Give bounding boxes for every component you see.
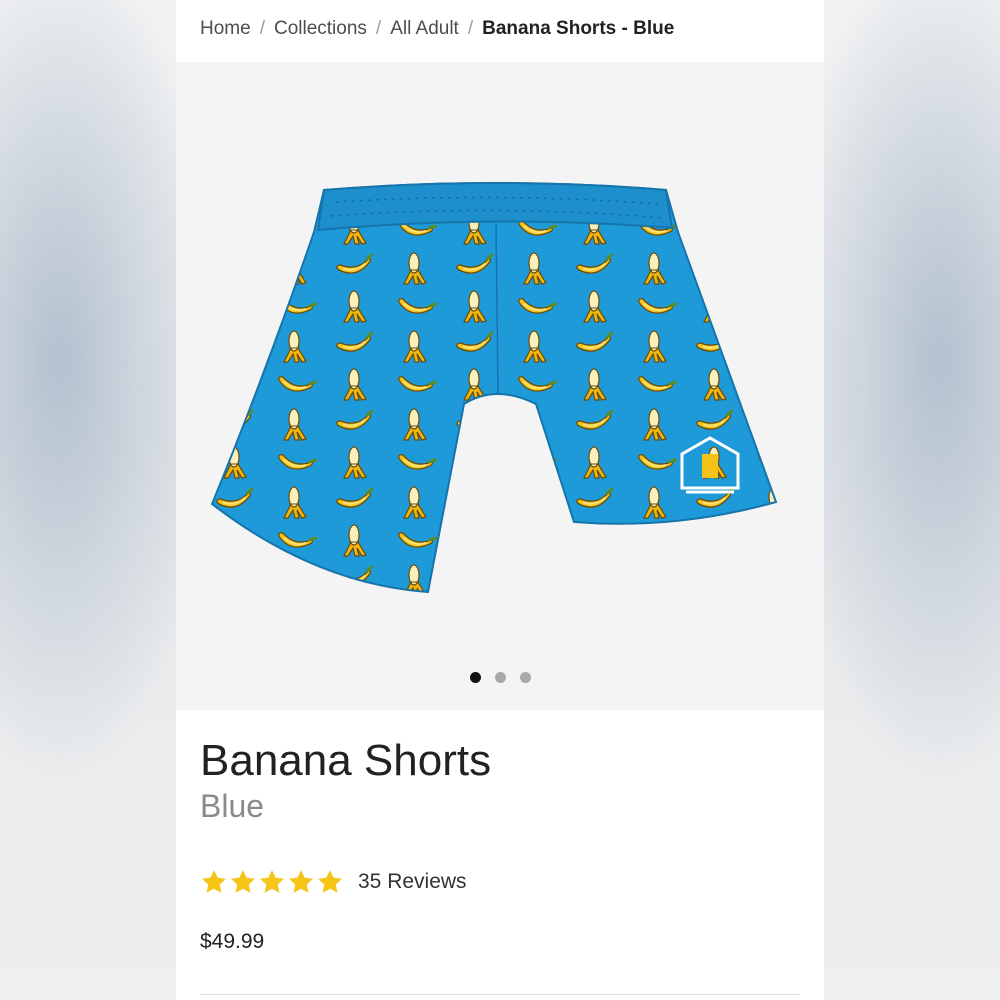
- banana-shorts-image: [210, 182, 778, 594]
- rating-stars: [200, 868, 344, 896]
- breadcrumb-separator: /: [467, 18, 474, 39]
- star-icon: [202, 870, 226, 893]
- breadcrumb-collections-link[interactable]: Collections: [274, 18, 367, 39]
- star-icon: [289, 870, 313, 893]
- star-icon: [231, 870, 255, 893]
- product-page: Home / Collections / All Adult / Banana Shorts…: [176, 0, 824, 1000]
- breadcrumb-all-adult-link[interactable]: All Adult: [390, 18, 459, 39]
- carousel-dot-2[interactable]: [494, 672, 506, 683]
- product-price: $49.99: [200, 930, 265, 953]
- breadcrumb-current: Banana Shorts - Blue: [482, 18, 675, 39]
- product-rating: 35 Reviews: [200, 866, 467, 898]
- breadcrumb: Home / Collections / All Adult / Banana Shorts…: [200, 18, 674, 40]
- product-variant: Blue: [200, 788, 265, 824]
- carousel-dot-1[interactable]: [469, 672, 481, 683]
- breadcrumb-separator: /: [375, 18, 382, 39]
- star-icon: [318, 870, 342, 893]
- star-icon: [260, 870, 284, 893]
- carousel-pagination: [176, 672, 824, 683]
- breadcrumb-separator: /: [259, 18, 265, 39]
- reviews-link[interactable]: 35 Reviews: [358, 870, 467, 894]
- product-image-gallery[interactable]: [176, 62, 824, 710]
- breadcrumb-home-link[interactable]: Home: [200, 18, 251, 39]
- divider: [200, 994, 800, 995]
- product-title: Banana Shorts: [200, 736, 492, 785]
- carousel-dot-3[interactable]: [519, 672, 531, 683]
